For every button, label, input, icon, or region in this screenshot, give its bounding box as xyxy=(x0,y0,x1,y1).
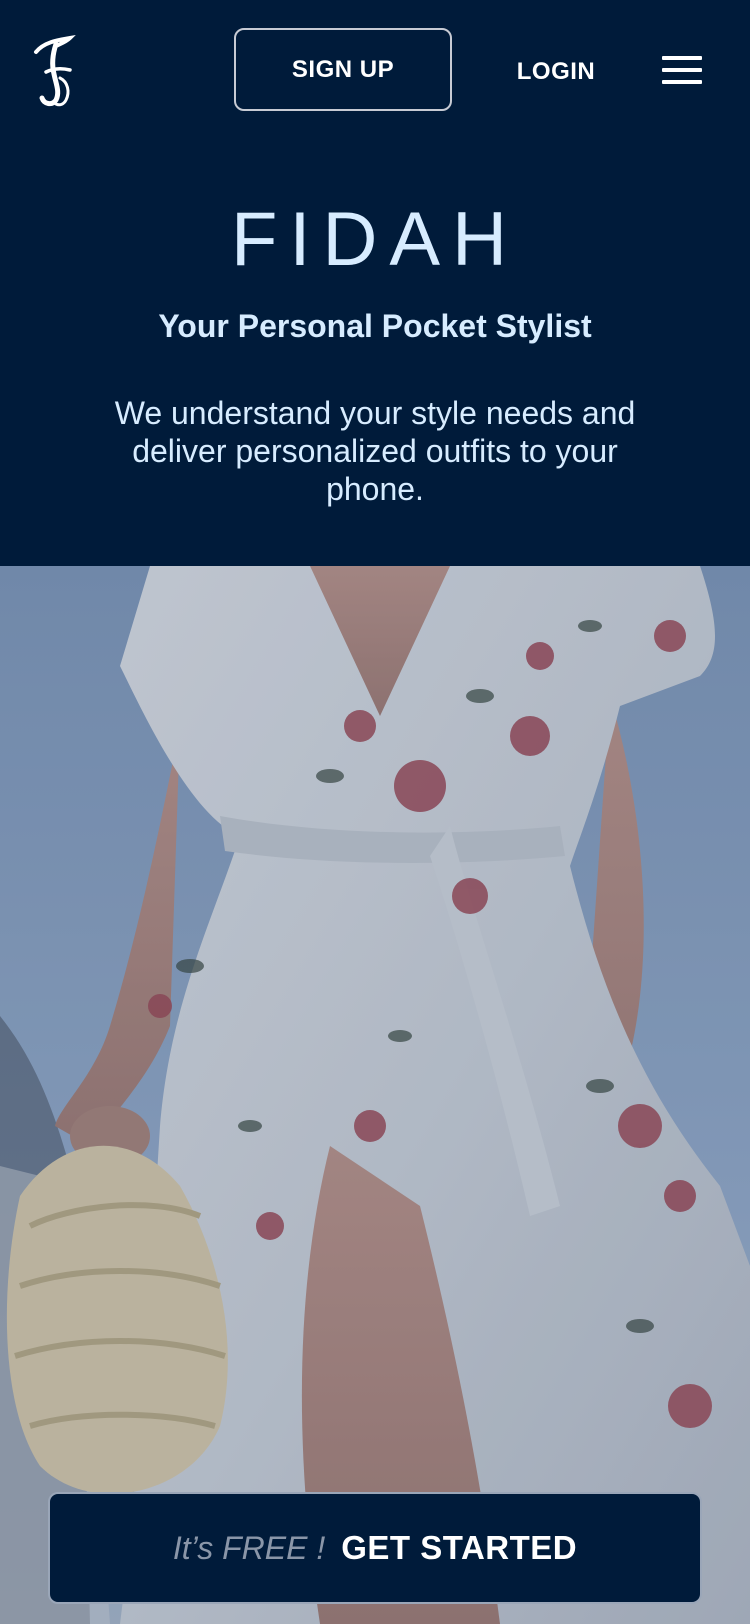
sign-up-button[interactable]: SIGN UP xyxy=(234,28,452,111)
hamburger-menu-icon[interactable] xyxy=(658,50,706,90)
landing-page: SIGN UP LOGIN FIDAH Your Personal Pocket… xyxy=(0,0,750,1624)
hero-photo xyxy=(0,566,750,1624)
login-link[interactable]: LOGIN xyxy=(500,50,612,94)
free-label: It’s FREE ! xyxy=(172,1529,326,1566)
header-section: SIGN UP LOGIN FIDAH Your Personal Pocket… xyxy=(0,0,750,566)
get-started-button[interactable]: It’s FREE ! GET STARTED xyxy=(48,1492,702,1604)
tagline: Your Personal Pocket Stylist xyxy=(158,308,592,344)
get-started-label: GET STARTED xyxy=(341,1529,578,1566)
fidah-logo-icon[interactable] xyxy=(30,34,78,108)
description-text: We understand your style needs and deliv… xyxy=(114,395,636,507)
brand-title: FIDAH xyxy=(231,197,519,282)
